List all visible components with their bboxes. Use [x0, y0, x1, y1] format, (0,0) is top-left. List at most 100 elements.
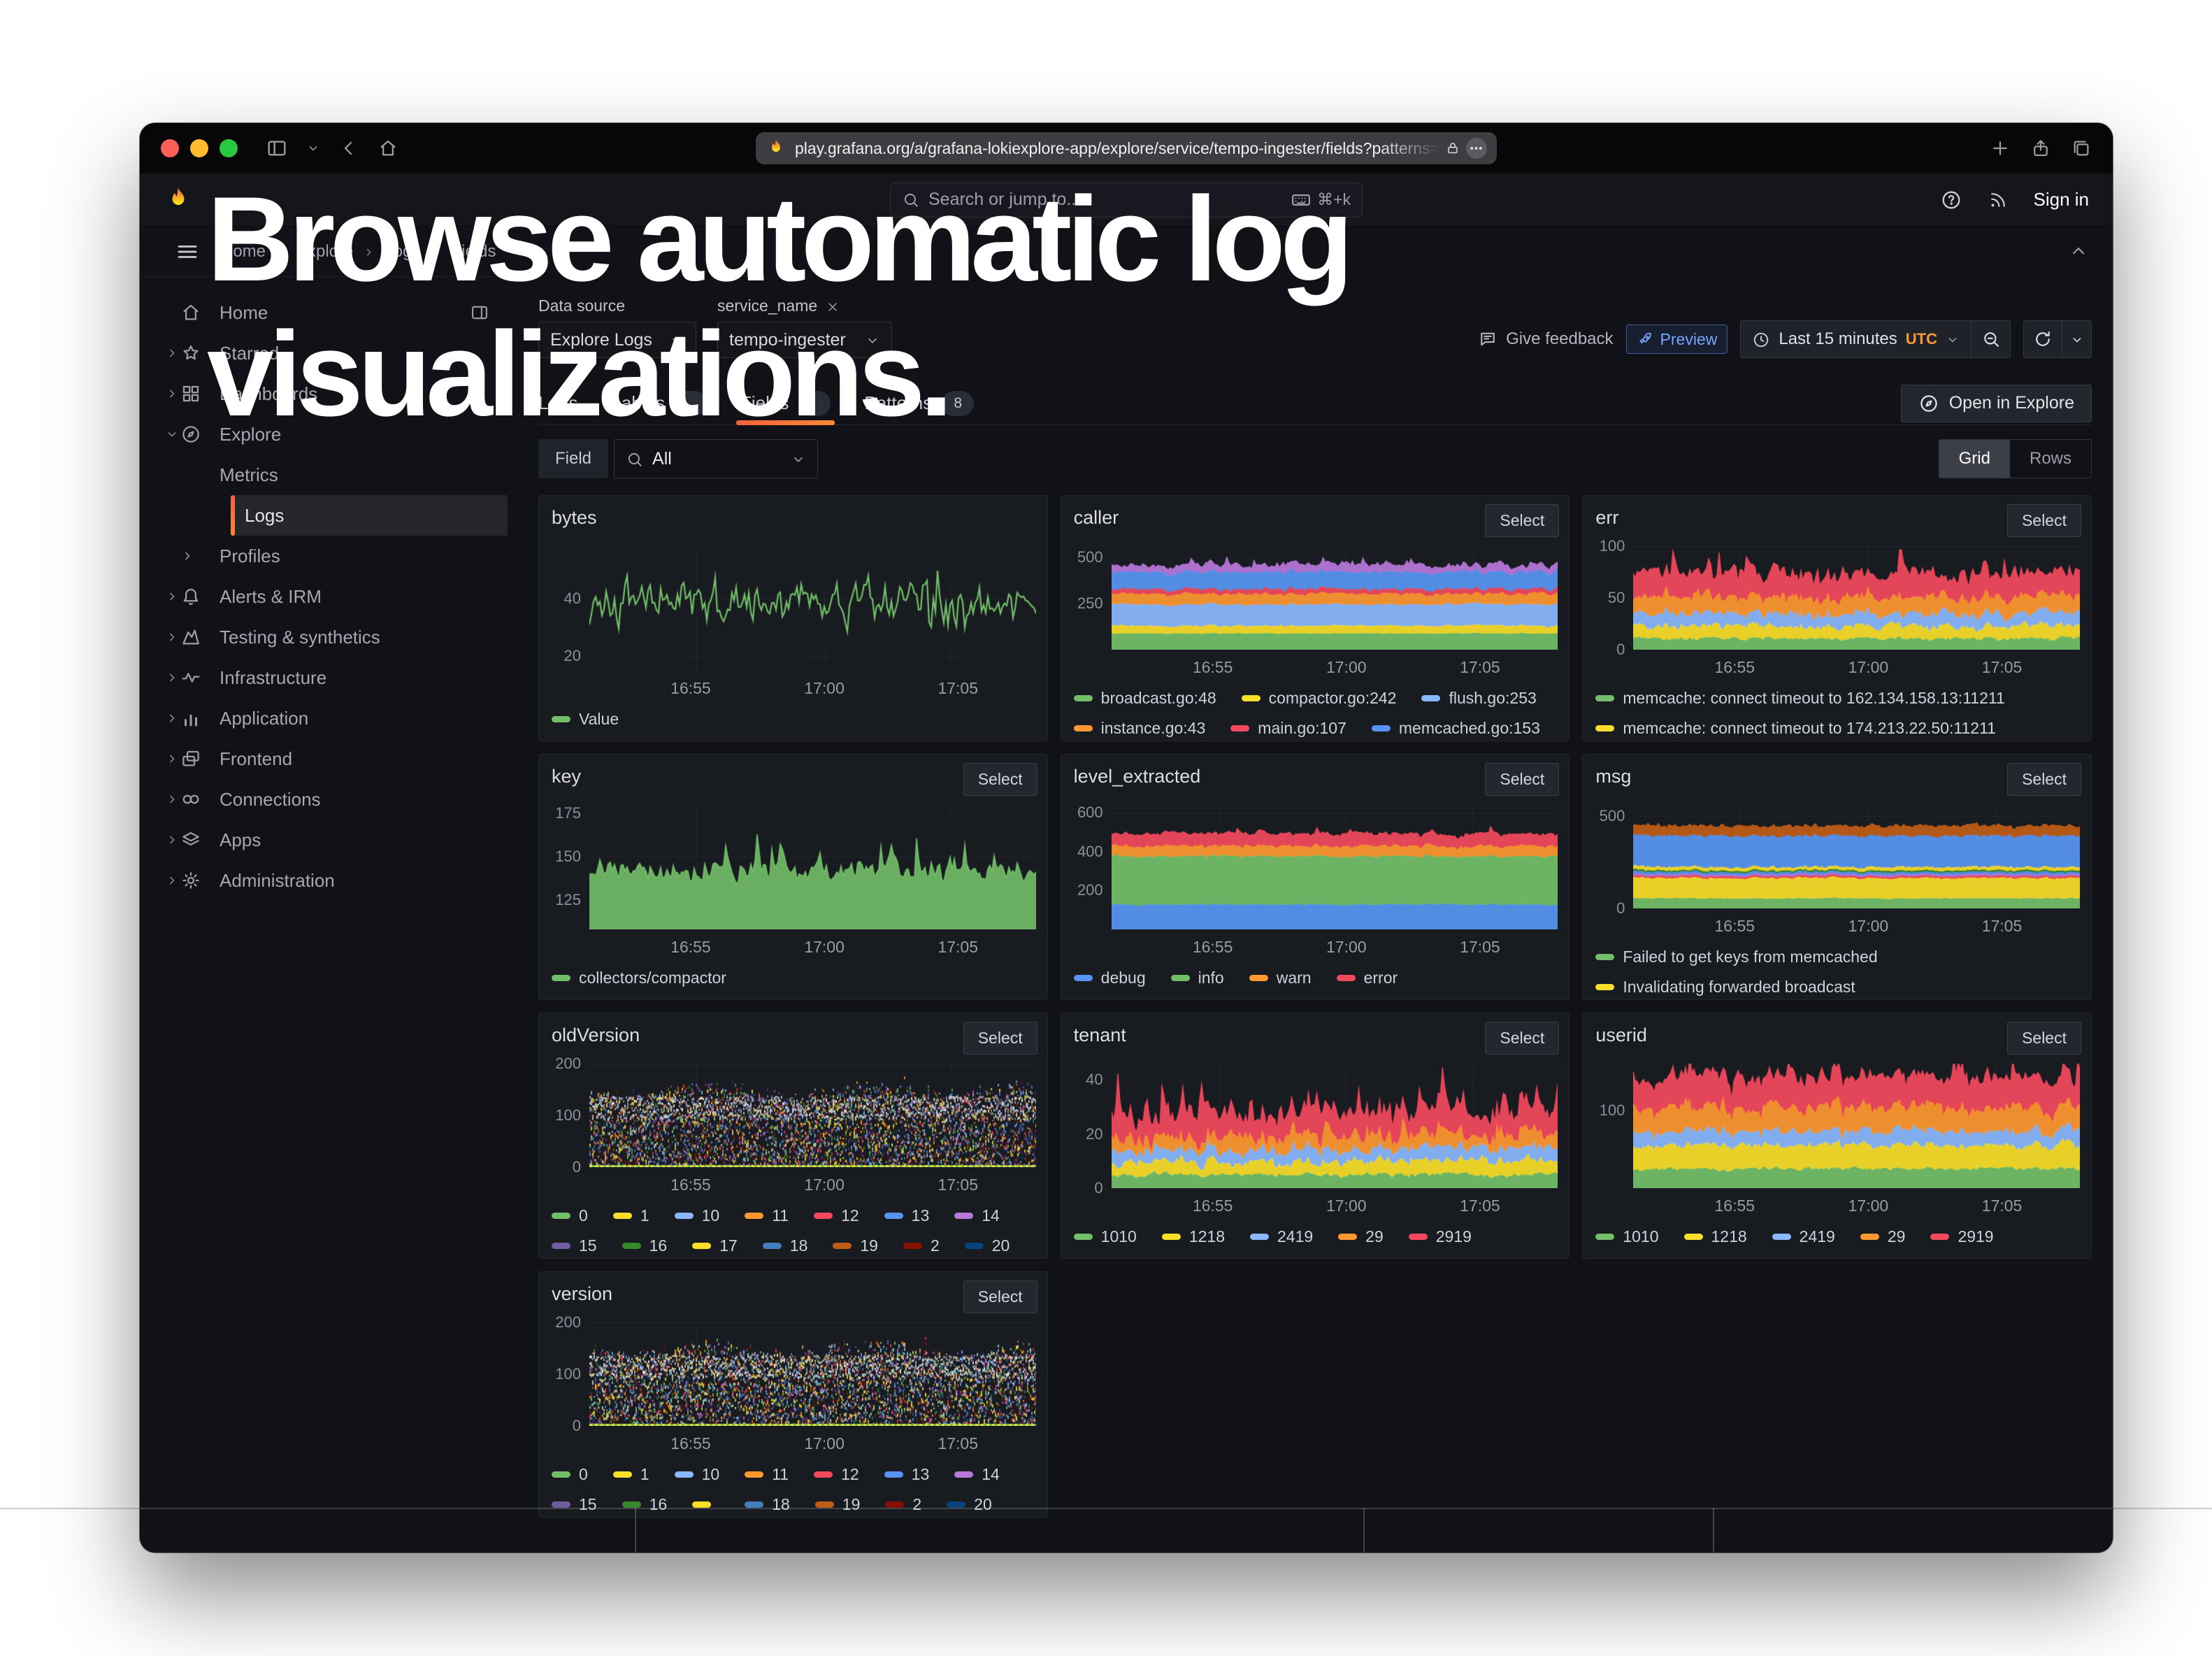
sidebar-item-infrastructure[interactable]: Infrastructure	[140, 657, 517, 698]
legend-item[interactable]	[692, 1495, 719, 1514]
legend-item[interactable]: 29	[1860, 1227, 1906, 1246]
legend-item[interactable]: 14	[954, 1206, 1000, 1225]
legend-item[interactable]: error	[1337, 969, 1398, 987]
legend-item[interactable]: 10	[675, 1465, 720, 1484]
open-in-explore-button[interactable]: Open in Explore	[1901, 385, 2092, 422]
refresh-button[interactable]	[2023, 320, 2062, 358]
legend-item[interactable]: 1218	[1162, 1227, 1225, 1246]
legend-item[interactable]: memcache: connect timeout to 162.134.158…	[1595, 689, 2004, 708]
legend-item[interactable]: 2	[885, 1495, 921, 1514]
address-bar[interactable]: play.grafana.org/a/grafana-lokiexplore-a…	[756, 132, 1497, 164]
sign-in-link[interactable]: Sign in	[2034, 189, 2090, 210]
select-button[interactable]: Select	[2007, 504, 2081, 537]
zoom-window-button[interactable]	[220, 139, 238, 157]
legend-item[interactable]: 2	[903, 1236, 940, 1255]
legend-item[interactable]: collectors/compactor	[552, 969, 726, 987]
legend-item[interactable]: memcached.go:153	[1372, 719, 1540, 738]
help-icon[interactable]	[1940, 189, 1962, 211]
legend-item[interactable]: 1	[613, 1465, 649, 1484]
hamburger-menu-icon[interactable]	[175, 239, 200, 264]
legend-item[interactable]: 1	[613, 1206, 649, 1225]
select-button[interactable]: Select	[1485, 1022, 1559, 1055]
legend-item[interactable]: 16	[622, 1236, 668, 1255]
sidebar-item-alerts-irm[interactable]: Alerts & IRM	[140, 576, 517, 617]
legend-item[interactable]: 2919	[1409, 1227, 1472, 1246]
legend-item[interactable]: 1010	[1074, 1227, 1137, 1246]
select-button[interactable]: Select	[2007, 1022, 2081, 1055]
legend-item[interactable]: 0	[552, 1465, 588, 1484]
legend-item[interactable]: Failed to get keys from memcached	[1595, 948, 1877, 966]
select-button[interactable]: Select	[1485, 504, 1559, 537]
sidebar-item-logs[interactable]: Logs	[140, 495, 517, 536]
home-icon[interactable]	[378, 138, 398, 159]
legend-item[interactable]: 1010	[1595, 1227, 1658, 1246]
legend-item[interactable]: 15	[552, 1236, 597, 1255]
legend-item[interactable]: 15	[552, 1495, 597, 1514]
chevron-down-icon[interactable]	[306, 141, 320, 155]
sidebar-item-apps[interactable]: Apps	[140, 820, 517, 860]
legend-item[interactable]: memcache: connect timeout to 174.213.22.…	[1595, 719, 1996, 738]
legend-item[interactable]: 20	[965, 1236, 1010, 1255]
legend-item[interactable]: broadcast.go:48	[1074, 689, 1216, 708]
legend-item[interactable]: Invalidating forwarded broadcast	[1595, 978, 1855, 997]
view-toggle-grid[interactable]: Grid	[1939, 440, 2010, 478]
legend-item[interactable]: 12	[814, 1206, 859, 1225]
share-icon[interactable]	[2030, 138, 2051, 159]
tabs-icon[interactable]	[2071, 138, 2092, 159]
select-button[interactable]: Select	[1485, 763, 1559, 796]
legend-item[interactable]: debug	[1074, 969, 1146, 987]
legend-item[interactable]: 19	[833, 1236, 878, 1255]
sidebar-item-administration[interactable]: Administration	[140, 860, 517, 901]
legend-item[interactable]: main.go:107	[1230, 719, 1346, 738]
legend-item[interactable]: 11	[745, 1206, 789, 1225]
legend-item[interactable]: 2919	[1930, 1227, 1993, 1246]
legend-item[interactable]: 1218	[1684, 1227, 1747, 1246]
select-button[interactable]: Select	[963, 1280, 1037, 1313]
select-button[interactable]: Select	[2007, 763, 2081, 796]
sidebar-item-application[interactable]: Application	[140, 698, 517, 738]
legend-item[interactable]: 20	[947, 1495, 992, 1514]
plus-icon[interactable]	[1990, 138, 2011, 159]
back-icon[interactable]	[338, 138, 359, 159]
time-range-picker[interactable]: Last 15 minutes UTC	[1740, 320, 1972, 358]
legend-item[interactable]: compactor.go:242	[1242, 689, 1397, 708]
legend-item[interactable]: 11	[745, 1465, 789, 1484]
legend-item[interactable]: 10	[675, 1206, 720, 1225]
legend-item[interactable]: 16	[622, 1495, 668, 1514]
ellipsis-icon[interactable]: •••	[1466, 138, 1487, 159]
legend-item[interactable]: 18	[745, 1495, 790, 1514]
legend-item[interactable]: 19	[815, 1495, 861, 1514]
sidebar-item-frontend[interactable]: Frontend	[140, 738, 517, 779]
refresh-interval-dropdown[interactable]	[2062, 320, 2092, 358]
legend-item[interactable]: 13	[884, 1465, 930, 1484]
legend-item[interactable]: 12	[814, 1465, 859, 1484]
sidebar-toggle-icon[interactable]	[266, 137, 288, 159]
legend-item[interactable]: 13	[884, 1206, 930, 1225]
view-toggle-rows[interactable]: Rows	[2010, 440, 2091, 478]
legend-item[interactable]: 14	[954, 1465, 1000, 1484]
minimize-window-button[interactable]	[190, 139, 208, 157]
legend-item[interactable]: 2419	[1250, 1227, 1313, 1246]
sidebar-item-connections[interactable]: Connections	[140, 779, 517, 820]
legend-item[interactable]: warn	[1249, 969, 1312, 987]
legend-item[interactable]: flush.go:253	[1421, 689, 1536, 708]
field-filter-select[interactable]: All	[614, 439, 818, 478]
legend-item[interactable]: 0	[552, 1206, 588, 1225]
sidebar-item-profiles[interactable]: Profiles	[140, 536, 517, 576]
select-button[interactable]: Select	[963, 1022, 1037, 1055]
grafana-logo[interactable]	[164, 185, 193, 215]
legend-item[interactable]: instance.go:43	[1074, 719, 1206, 738]
rss-icon[interactable]	[1988, 190, 2009, 210]
legend-item[interactable]: Value	[552, 710, 619, 729]
legend-item[interactable]: 18	[763, 1236, 808, 1255]
sidebar-item-metrics[interactable]: Metrics	[140, 455, 517, 495]
zoom-out-button[interactable]	[1972, 320, 2011, 358]
legend-item[interactable]: 29	[1338, 1227, 1384, 1246]
legend-item[interactable]: info	[1171, 969, 1224, 987]
collapse-section-icon[interactable]	[2068, 241, 2089, 262]
select-button[interactable]: Select	[963, 763, 1037, 796]
close-window-button[interactable]	[161, 139, 179, 157]
legend-item[interactable]: 17	[692, 1236, 738, 1255]
legend-item[interactable]: 2419	[1772, 1227, 1835, 1246]
sidebar-item-testing-synthetics[interactable]: Testing & synthetics	[140, 617, 517, 657]
